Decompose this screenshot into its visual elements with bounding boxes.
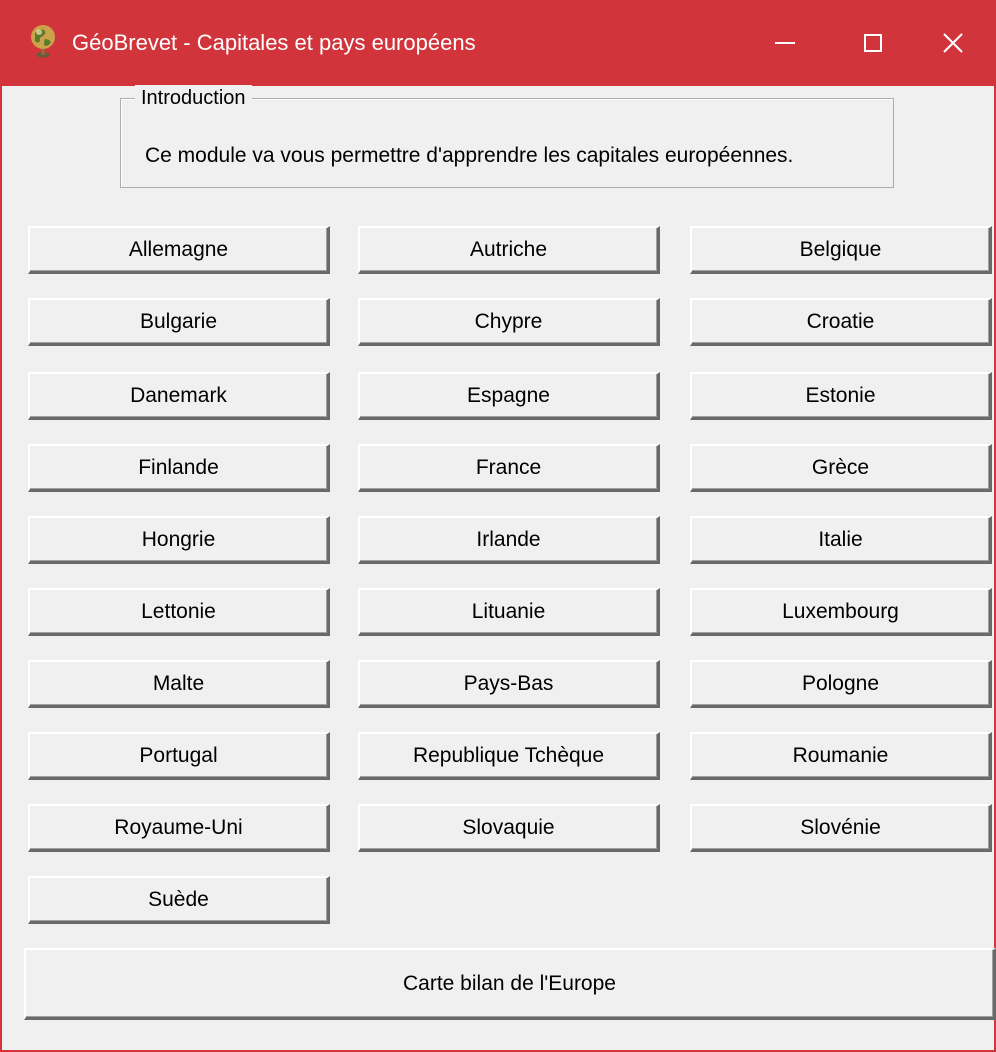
country-button-slovenie[interactable]: Slovénie [690,804,992,852]
country-button-roumanie[interactable]: Roumanie [690,732,992,780]
country-button-royaume-uni[interactable]: Royaume-Uni [28,804,330,852]
country-button-france[interactable]: France [358,444,660,492]
europe-map-summary-button[interactable]: Carte bilan de l'Europe [24,948,996,1020]
minimize-button[interactable] [736,0,834,86]
country-button-portugal[interactable]: Portugal [28,732,330,780]
country-button-autriche[interactable]: Autriche [358,226,660,274]
country-button-finlande[interactable]: Finlande [28,444,330,492]
title-bar[interactable]: GéoBrevet - Capitales et pays européens [2,0,994,86]
country-button-estonie[interactable]: Estonie [690,372,992,420]
country-button-lituanie[interactable]: Lituanie [358,588,660,636]
window-title: GéoBrevet - Capitales et pays européens [72,0,476,86]
country-button-bulgarie[interactable]: Bulgarie [28,298,330,346]
minimize-icon [775,42,795,44]
country-button-malte[interactable]: Malte [28,660,330,708]
maximize-icon [864,34,882,52]
app-window: GéoBrevet - Capitales et pays européens … [0,0,996,1052]
country-button-belgique[interactable]: Belgique [690,226,992,274]
maximize-button[interactable] [824,0,922,86]
country-button-italie[interactable]: Italie [690,516,992,564]
country-button-luxembourg[interactable]: Luxembourg [690,588,992,636]
country-button-hongrie[interactable]: Hongrie [28,516,330,564]
introduction-legend: Introduction [135,85,252,111]
globe-icon [28,24,58,58]
country-button-espagne[interactable]: Espagne [358,372,660,420]
country-button-lettonie[interactable]: Lettonie [28,588,330,636]
country-button-suede[interactable]: Suède [28,876,330,924]
country-button-republique-tcheque[interactable]: Republique Tchèque [358,732,660,780]
country-button-pologne[interactable]: Pologne [690,660,992,708]
close-button[interactable] [912,0,994,86]
country-button-chypre[interactable]: Chypre [358,298,660,346]
country-button-grece[interactable]: Grèce [690,444,992,492]
country-button-danemark[interactable]: Danemark [28,372,330,420]
country-button-pays-bas[interactable]: Pays-Bas [358,660,660,708]
introduction-text: Ce module va vous permettre d'apprendre … [145,141,793,171]
country-button-irlande[interactable]: Irlande [358,516,660,564]
country-button-allemagne[interactable]: Allemagne [28,226,330,274]
introduction-groupbox: Introduction Ce module va vous permettre… [120,98,894,188]
close-icon [942,32,964,54]
country-button-croatie[interactable]: Croatie [690,298,992,346]
country-button-slovaquie[interactable]: Slovaquie [358,804,660,852]
